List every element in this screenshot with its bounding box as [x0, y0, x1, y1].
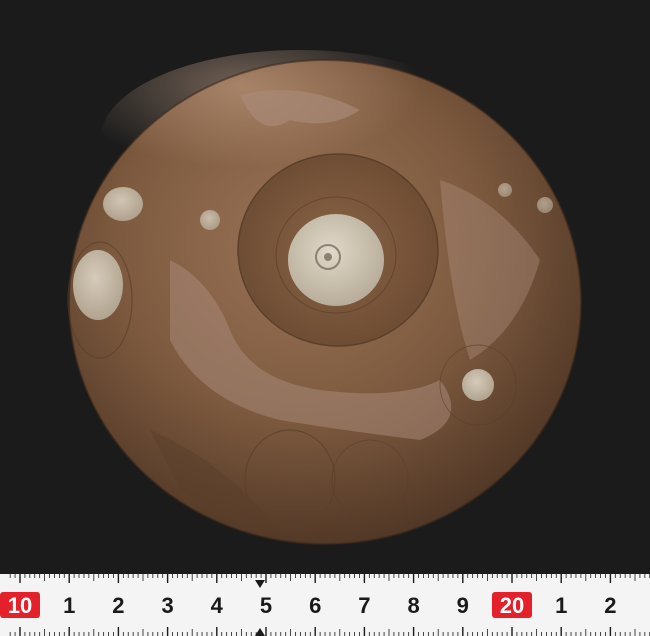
small-ammonite-top — [200, 210, 220, 230]
small-ammonite-far-right — [537, 197, 553, 213]
small-ammonite-left — [73, 250, 123, 320]
ruler-number-label: 8 — [407, 593, 419, 618]
small-ammonite-upper-right — [498, 183, 512, 197]
ruler-number-label: 1 — [63, 593, 75, 618]
photo-stage: 1012345678920123 — [0, 0, 650, 636]
ruler-number-label: 7 — [358, 593, 370, 618]
ruler-number-label: 9 — [457, 593, 469, 618]
ruler-number-label: 2 — [112, 593, 124, 618]
ruler-number-label: 2 — [604, 593, 616, 618]
ruler-number-label: 5 — [260, 593, 272, 618]
main-ammonite-umbilicus — [324, 253, 332, 261]
ruler-number-label: 6 — [309, 593, 321, 618]
small-ammonite-top-left — [103, 187, 143, 221]
ruler-number-label: 3 — [161, 593, 173, 618]
ruler-body — [0, 574, 650, 636]
fossil-photo: 1012345678920123 — [0, 50, 650, 636]
ruler-number-label: 20 — [500, 593, 524, 618]
fossil-disc — [67, 50, 582, 545]
main-ammonite-core — [288, 214, 384, 306]
measuring-ruler: 1012345678920123 — [0, 574, 650, 636]
small-ammonite-right — [462, 369, 494, 401]
ruler-number-label: 10 — [8, 593, 32, 618]
ruler-number-label: 4 — [211, 593, 224, 618]
ruler-number-label: 1 — [555, 593, 567, 618]
